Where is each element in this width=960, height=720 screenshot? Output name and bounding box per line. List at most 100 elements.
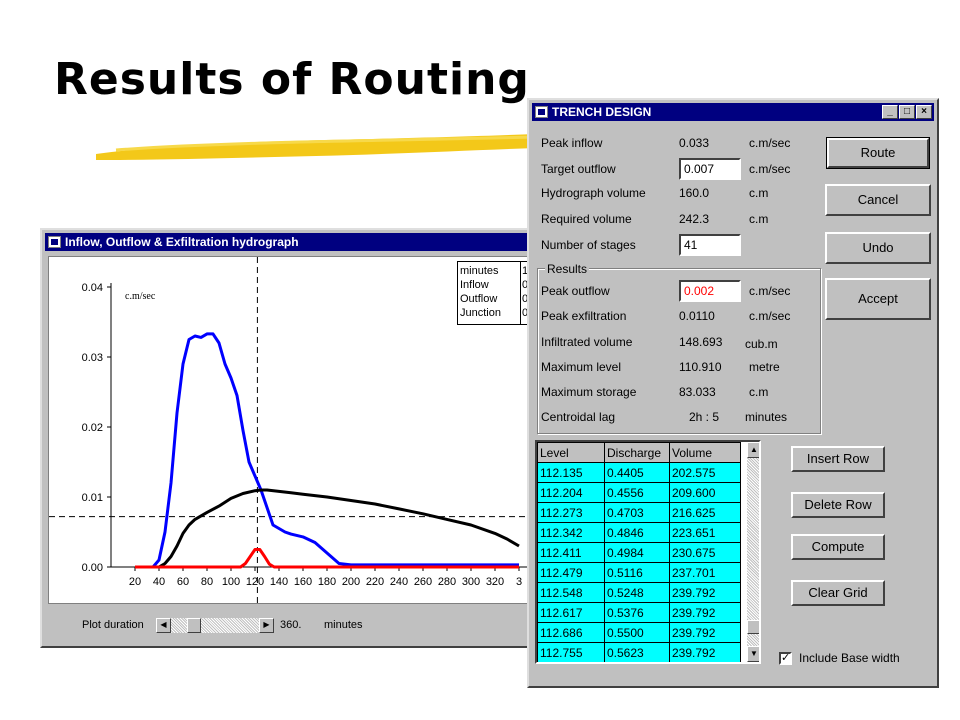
y-tick-label: 0.00 — [82, 562, 103, 574]
grid-cell[interactable]: 0.4846 — [604, 522, 670, 543]
grid-cell[interactable]: 0.5623 — [604, 642, 670, 662]
minimize-icon[interactable]: _ — [882, 105, 898, 119]
grid-row[interactable]: 112.686 0.5500 239.792 — [537, 622, 741, 643]
include-base-width-checkbox[interactable]: ✓ — [779, 652, 792, 665]
target-outflow-input[interactable]: 0.007 — [679, 158, 741, 180]
x-tick-label: 140 — [270, 576, 288, 588]
grid-row[interactable]: 112.617 0.5376 239.792 — [537, 602, 741, 623]
peak-outflow-units: c.m/sec — [749, 284, 791, 298]
required-volume-units: c.m — [749, 212, 769, 226]
grid-header[interactable]: Discharge — [604, 442, 670, 463]
app-icon — [535, 106, 548, 118]
centroidal-lag-value: 2h : 5 — [689, 410, 720, 424]
grid-row[interactable]: 112.135 0.4405 202.575 — [537, 462, 741, 483]
grid-cell[interactable]: 239.792 — [669, 642, 741, 662]
peak-exfiltration-value: 0.0110 — [679, 309, 715, 323]
plot-duration-thumb[interactable] — [187, 618, 201, 633]
stage-grid[interactable]: Level Discharge Volume 112.135 0.4405 202.… — [535, 440, 761, 664]
grid-cell[interactable]: 239.792 — [669, 582, 741, 603]
x-tick-label: 160 — [294, 576, 312, 588]
route-button[interactable]: Route — [826, 137, 930, 169]
hydrograph-volume-label: Hydrograph volume — [541, 186, 646, 200]
grid-scroll-thumb[interactable] — [747, 620, 759, 634]
grid-row[interactable]: 112.204 0.4556 209.600 — [537, 482, 741, 503]
grid-cell[interactable]: 230.675 — [669, 542, 741, 563]
maximum-storage-value: 83.033 — [679, 385, 716, 399]
stage-table: Level Discharge Volume 112.135 0.4405 202.… — [537, 442, 741, 662]
y-axis-label: c.m/sec — [125, 291, 156, 302]
infiltrated-volume-value: 148.693 — [679, 335, 723, 349]
hydrograph-titlebar[interactable]: Inflow, Outflow & Exfiltration hydrograp… — [45, 233, 555, 251]
grid-cell[interactable]: 239.792 — [669, 622, 741, 643]
grid-header[interactable]: Level — [537, 442, 605, 463]
plot-duration-value: 360. — [280, 619, 302, 631]
undo-button[interactable]: Undo — [825, 232, 931, 264]
grid-cell[interactable]: 209.600 — [669, 482, 741, 503]
close-icon[interactable]: × — [916, 105, 932, 119]
grid-row[interactable]: 112.273 0.4703 216.625 — [537, 502, 741, 523]
grid-cell[interactable]: 112.755 — [537, 642, 605, 662]
cancel-button[interactable]: Cancel — [825, 184, 931, 216]
delete-row-button[interactable]: Delete Row — [791, 492, 885, 518]
insert-row-button[interactable]: Insert Row — [791, 446, 885, 472]
plot-duration-bar: Plot duration ◀ ▶ 360. minutes — [48, 608, 548, 638]
grid-cell[interactable]: 0.5248 — [604, 582, 670, 603]
grid-cell[interactable]: 0.4984 — [604, 542, 670, 563]
grid-cell[interactable]: 112.411 — [537, 542, 605, 563]
grid-cell[interactable]: 112.342 — [537, 522, 605, 543]
trench-titlebar[interactable]: TRENCH DESIGN _ □ × — [532, 103, 934, 121]
grid-cell[interactable]: 0.4405 — [604, 462, 670, 483]
grid-row[interactable]: 112.755 0.5623 239.792 — [537, 642, 741, 662]
required-volume-label: Required volume — [541, 212, 632, 226]
grid-cell[interactable]: 237.701 — [669, 562, 741, 583]
maximum-level-value: 110.910 — [679, 360, 722, 374]
yellow-brush-stroke — [96, 134, 536, 160]
grid-cell[interactable]: 216.625 — [669, 502, 741, 523]
grid-header[interactable]: Volume — [669, 442, 741, 463]
target-outflow-units: c.m/sec — [749, 162, 791, 176]
infiltrated-volume-label: Infiltrated volume — [541, 335, 633, 349]
grid-cell[interactable]: 0.4556 — [604, 482, 670, 503]
x-tick-label: 220 — [366, 576, 384, 588]
clear-grid-button[interactable]: Clear Grid — [791, 580, 885, 606]
grid-cell[interactable]: 112.617 — [537, 602, 605, 623]
plot-duration-scrollbar[interactable] — [156, 618, 274, 633]
number-of-stages-input[interactable]: 41 — [679, 234, 741, 256]
grid-row[interactable]: 112.342 0.4846 223.651 — [537, 522, 741, 543]
compute-button[interactable]: Compute — [791, 534, 885, 560]
grid-cell[interactable]: 202.575 — [669, 462, 741, 483]
grid-cell[interactable]: 112.204 — [537, 482, 605, 503]
grid-row[interactable]: 112.479 0.5116 237.701 — [537, 562, 741, 583]
grid-cell[interactable]: 223.651 — [669, 522, 741, 543]
y-tick-label: 0.02 — [82, 422, 103, 434]
y-tick-label: 0.04 — [82, 282, 103, 294]
inflow-line — [135, 332, 519, 569]
plot-duration-units: minutes — [324, 619, 363, 631]
accept-button[interactable]: Accept — [825, 278, 931, 320]
grid-row[interactable]: 112.411 0.4984 230.675 — [537, 542, 741, 563]
x-tick-label: 60 — [177, 576, 189, 588]
scroll-up-icon[interactable]: ▲ — [747, 442, 759, 458]
grid-cell[interactable]: 239.792 — [669, 602, 741, 623]
grid-row[interactable]: 112.548 0.5248 239.792 — [537, 582, 741, 603]
infiltrated-volume-units: cub.m — [745, 337, 778, 351]
grid-cell[interactable]: 112.273 — [537, 502, 605, 523]
maximize-icon[interactable]: □ — [899, 105, 915, 119]
scroll-left-icon[interactable]: ◀ — [156, 618, 171, 633]
grid-cell[interactable]: 0.5500 — [604, 622, 670, 643]
grid-cell[interactable]: 112.548 — [537, 582, 605, 603]
scroll-right-icon[interactable]: ▶ — [259, 618, 274, 633]
grid-cell[interactable]: 112.686 — [537, 622, 605, 643]
scroll-down-icon[interactable]: ▼ — [747, 646, 759, 662]
grid-cell[interactable]: 112.135 — [537, 462, 605, 483]
grid-cell[interactable]: 0.4703 — [604, 502, 670, 523]
grid-vertical-scrollbar[interactable]: ▲ ▼ — [747, 442, 759, 662]
legend-label: Inflow — [460, 279, 489, 291]
x-tick-label: 200 — [342, 576, 360, 588]
grid-cell[interactable]: 112.479 — [537, 562, 605, 583]
grid-cell[interactable]: 0.5116 — [604, 562, 670, 583]
hydrograph-volume-units: c.m — [749, 186, 769, 200]
grid-cell[interactable]: 0.5376 — [604, 602, 670, 623]
peak-exfiltration-label: Peak exfiltration — [541, 309, 627, 323]
x-tick-label: 3 — [516, 576, 522, 588]
